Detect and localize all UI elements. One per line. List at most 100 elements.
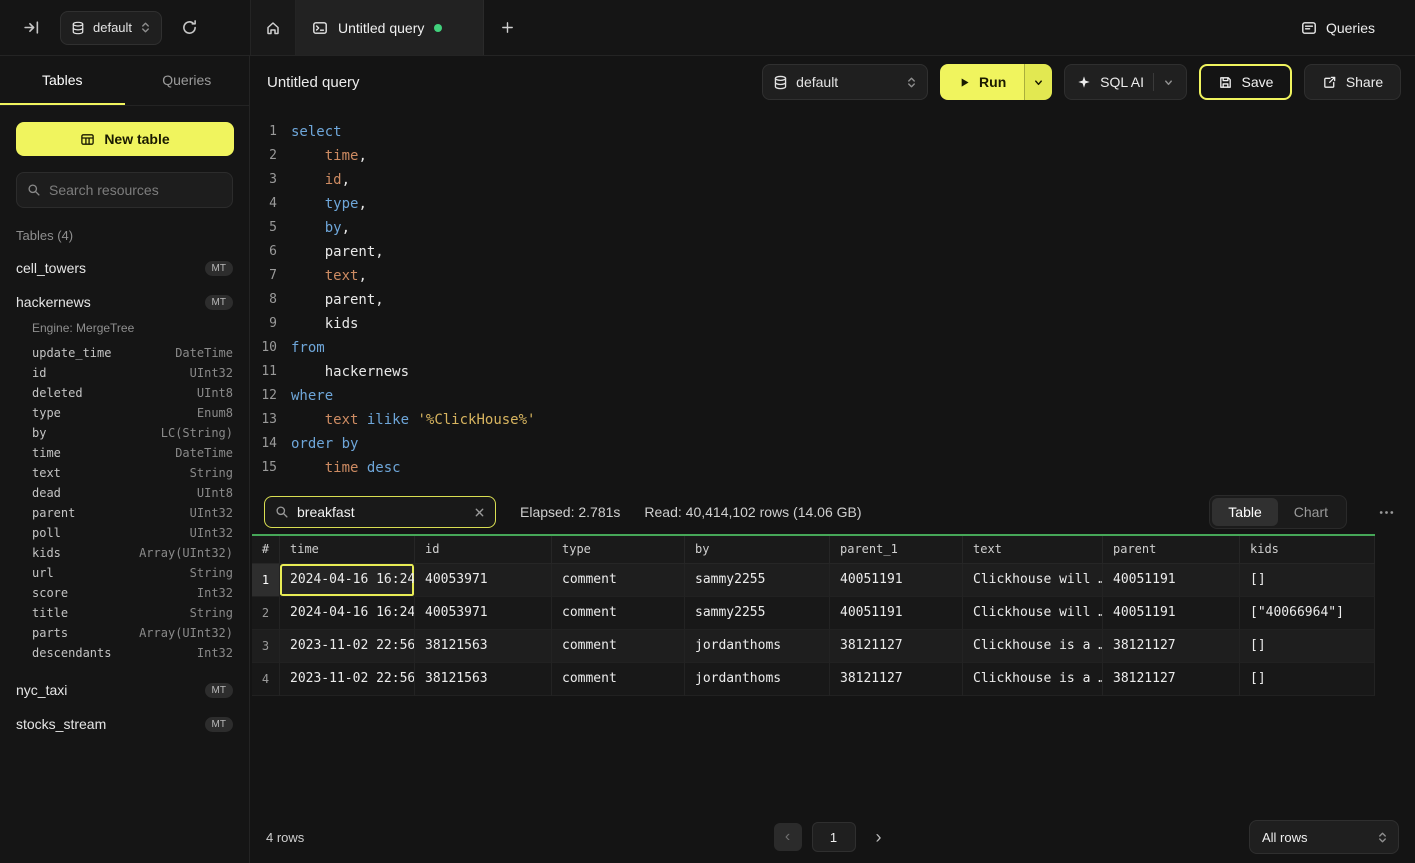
table-cell[interactable]: jordanthoms	[685, 630, 830, 663]
table-cell[interactable]: Clickhouse will …	[963, 564, 1103, 597]
column-header[interactable]: parent	[1103, 536, 1240, 564]
query-database-selector[interactable]: default	[762, 64, 928, 100]
share-button[interactable]: Share	[1304, 64, 1401, 100]
column-header[interactable]: by	[685, 536, 830, 564]
column-header[interactable]: time	[280, 536, 415, 564]
code-text: kids	[291, 312, 358, 336]
table-cell[interactable]: jordanthoms	[685, 663, 830, 696]
table-cell[interactable]: 2024-04-16 16:24…	[280, 564, 415, 597]
database-selector-value: default	[93, 20, 132, 35]
run-options-chevron[interactable]	[1024, 64, 1052, 100]
table-cell[interactable]: 38121563	[415, 663, 552, 696]
page-size-select[interactable]: All rows	[1249, 820, 1399, 854]
table-cell[interactable]: 2023-11-02 22:56…	[280, 663, 415, 696]
table-cell[interactable]: 40051191	[1103, 597, 1240, 630]
sidebar-table-item[interactable]: stocks_streamMT	[0, 707, 249, 741]
view-tab-table[interactable]: Table	[1212, 498, 1277, 526]
engine-badge: MT	[205, 717, 233, 732]
table-cell[interactable]: comment	[552, 564, 685, 597]
line-number: 7	[250, 264, 277, 288]
table-cell[interactable]: 38121127	[1103, 663, 1240, 696]
column-header[interactable]: parent_1	[830, 536, 963, 564]
table-cell[interactable]: []	[1240, 630, 1375, 663]
table-cell[interactable]: 38121563	[415, 630, 552, 663]
new-table-button[interactable]: New table	[16, 122, 234, 156]
view-tab-chart[interactable]: Chart	[1278, 498, 1344, 526]
row-number[interactable]: 3	[252, 630, 280, 663]
sidebar-tab-tables[interactable]: Tables	[0, 56, 125, 105]
column-header[interactable]: text	[963, 536, 1103, 564]
results-filter-input[interactable]	[297, 504, 466, 520]
editor-line: 7 text,	[250, 264, 1415, 288]
tables-list: cell_towersMThackernewsMTEngine: MergeTr…	[0, 251, 249, 741]
sql-ai-button[interactable]: SQL AI	[1064, 64, 1187, 100]
table-cell[interactable]: 2023-11-02 22:56…	[280, 630, 415, 663]
column-type: Array(UInt32)	[139, 626, 233, 640]
table-cell[interactable]: []	[1240, 663, 1375, 696]
table-cell[interactable]: 40051191	[830, 597, 963, 630]
search-resources-input[interactable]	[49, 182, 222, 198]
table-cell[interactable]: 38121127	[830, 663, 963, 696]
sql-editor[interactable]: 1select2 time,3 id,4 type,5 by,6 parent,…	[250, 108, 1415, 490]
table-cell[interactable]: 38121127	[1103, 630, 1240, 663]
next-page-icon[interactable]: ›	[866, 823, 892, 851]
table-cell[interactable]: []	[1240, 564, 1375, 597]
table-cell[interactable]: 38121127	[830, 630, 963, 663]
table-cell[interactable]: sammy2255	[685, 597, 830, 630]
code-text: from	[291, 336, 325, 360]
editor-line: 1select	[250, 120, 1415, 144]
sidebar-table-item[interactable]: cell_towersMT	[0, 251, 249, 285]
tab-untitled-query[interactable]: Untitled query	[296, 0, 484, 55]
play-icon	[958, 76, 971, 89]
table-cell[interactable]: comment	[552, 663, 685, 696]
new-table-label: New table	[104, 131, 169, 147]
table-cell[interactable]: sammy2255	[685, 564, 830, 597]
row-number[interactable]: 2	[252, 597, 280, 630]
home-tab-button[interactable]	[250, 0, 296, 55]
table-cell[interactable]: Clickhouse is a …	[963, 663, 1103, 696]
table-column-row: textString	[0, 463, 249, 483]
table-column-row: urlString	[0, 563, 249, 583]
grid-body: 12024-04-16 16:24…40053971commentsammy22…	[252, 564, 1375, 696]
queries-panel-button[interactable]: Queries	[1301, 20, 1375, 36]
table-cell[interactable]: 40053971	[415, 564, 552, 597]
column-header[interactable]: type	[552, 536, 685, 564]
save-icon	[1218, 75, 1233, 90]
table-cell[interactable]: 40051191	[830, 564, 963, 597]
table-cell[interactable]: 2024-04-16 16:24…	[280, 597, 415, 630]
table-cell[interactable]: comment	[552, 630, 685, 663]
new-tab-button[interactable]	[484, 0, 530, 55]
row-number[interactable]: 4	[252, 663, 280, 696]
column-type: Enum8	[197, 406, 233, 420]
table-cell[interactable]: Clickhouse will …	[963, 597, 1103, 630]
results-filter-box[interactable]	[264, 496, 496, 528]
sidebar-table-item[interactable]: nyc_taxiMT	[0, 673, 249, 707]
current-page-button[interactable]: 1	[812, 822, 856, 852]
search-resources-box[interactable]	[16, 172, 233, 208]
refresh-icon[interactable]	[174, 13, 204, 43]
save-button[interactable]: Save	[1199, 64, 1292, 100]
table-cell[interactable]: Clickhouse is a …	[963, 630, 1103, 663]
chevron-down-icon[interactable]	[1163, 77, 1174, 88]
run-label: Run	[979, 74, 1006, 90]
table-cell[interactable]: ["40066964"]	[1240, 597, 1375, 630]
database-selector[interactable]: default	[60, 11, 162, 45]
sidebar-tab-queries[interactable]: Queries	[125, 56, 250, 105]
table-cell[interactable]: comment	[552, 597, 685, 630]
column-name: id	[32, 366, 46, 380]
table-cell[interactable]: 40053971	[415, 597, 552, 630]
more-options-icon[interactable]	[1371, 497, 1401, 527]
column-header[interactable]: id	[415, 536, 552, 564]
column-header[interactable]: #	[252, 536, 280, 564]
table-cell[interactable]: 40051191	[1103, 564, 1240, 597]
column-header[interactable]: kids	[1240, 536, 1375, 564]
column-name: url	[32, 566, 54, 580]
sidebar-table-item[interactable]: hackernewsMT	[0, 285, 249, 319]
collapse-sidebar-icon[interactable]	[16, 13, 46, 43]
row-number[interactable]: 1	[252, 564, 280, 597]
line-number: 8	[250, 288, 277, 312]
run-button[interactable]: Run	[940, 64, 1024, 100]
column-name: parent	[32, 506, 75, 520]
prev-page-icon[interactable]: ‹	[774, 823, 802, 851]
clear-filter-icon[interactable]	[474, 507, 485, 518]
